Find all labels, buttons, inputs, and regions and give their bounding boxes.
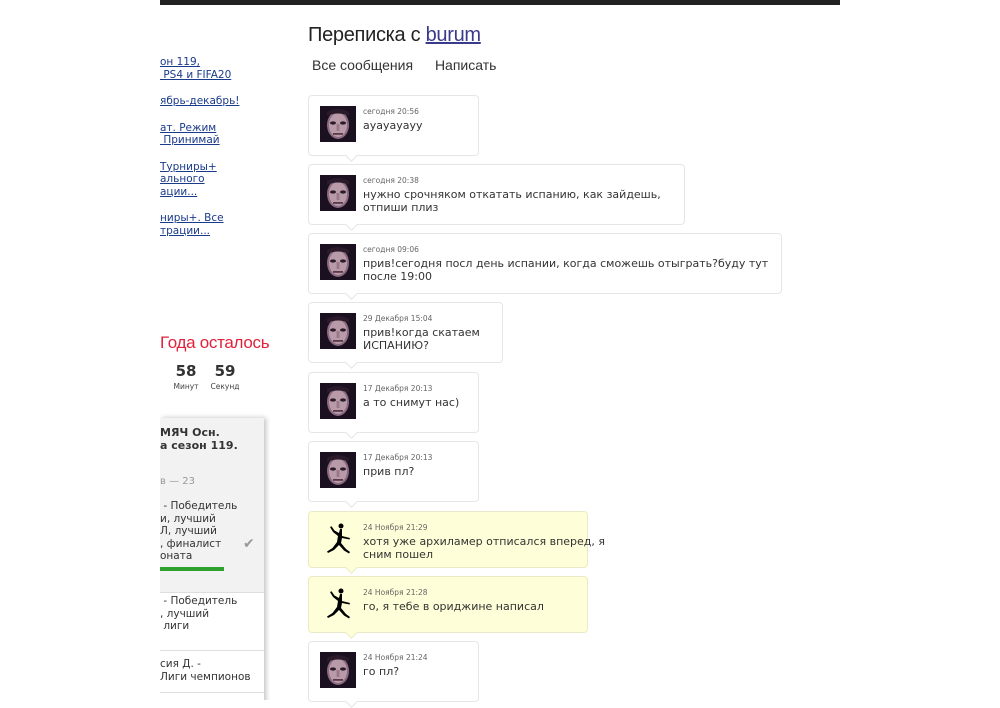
tab-all-messages[interactable]: Все сообщения xyxy=(312,57,413,73)
message-timestamp: сегодня 20:56 xyxy=(363,107,419,116)
conversation-user-link[interactable]: burum xyxy=(426,24,482,46)
countdown-seconds: 59 Секунд xyxy=(205,362,245,391)
message-tail xyxy=(345,287,358,300)
message-tail xyxy=(345,426,358,439)
message-tail xyxy=(345,561,358,574)
message-item: 24 Ноября 21:28 го, я тебе в ориджине нап… xyxy=(308,576,588,639)
countdown-title: Года осталось xyxy=(160,333,270,352)
message-item: 24 Ноября 21:24 го пл? xyxy=(308,641,479,708)
countdown-minutes: 58 Минут xyxy=(166,362,206,391)
page-title-prefix: Переписка с xyxy=(308,24,426,46)
message-text: ayayayayy xyxy=(363,119,423,132)
message-item: сегодня 20:38 нужно срочняком откатать ис… xyxy=(308,164,685,231)
poll-divider xyxy=(160,650,264,651)
message-timestamp: сегодня 09:06 xyxy=(363,245,419,254)
countdown-seconds-label: Секунд xyxy=(210,382,240,391)
poll-title: МЯЧ Осн. а сезон 119. xyxy=(160,426,238,452)
message-text: хотя уже архиламер отписался вперед, я с… xyxy=(363,535,606,561)
user-avatar-icon[interactable] xyxy=(320,106,356,142)
message-text: а то снимут нас) xyxy=(363,396,460,409)
message-text: го пл? xyxy=(363,665,400,678)
message-text: прив!когда скатаем ИСПАНИЮ? xyxy=(363,326,480,352)
poll-option-3[interactable]: сия Д. - Лиги чемпионов xyxy=(160,658,251,683)
poll-option-1-label: - Победитель и, лучший Л, лучший , финал… xyxy=(160,500,238,562)
poll-subtitle: в — 23 xyxy=(160,476,195,487)
message-timestamp: 24 Ноября 21:29 xyxy=(363,523,428,532)
user-avatar-icon[interactable] xyxy=(320,313,356,349)
news-links: он 119, PS4 и FIFA20 ябрь-декабрь! ат. Р… xyxy=(160,56,270,251)
message-item: 17 Декабря 20:13 а то снимут нас) xyxy=(308,372,479,439)
message-tail xyxy=(345,356,358,369)
countdown-minutes-value: 58 xyxy=(175,362,197,380)
message-item: сегодня 09:06 прив!сегодня посл день испа… xyxy=(308,233,782,300)
poll-divider xyxy=(160,692,264,693)
message-timestamp: 24 Ноября 21:24 xyxy=(363,653,428,662)
user-avatar-icon[interactable] xyxy=(320,175,356,211)
message-tail xyxy=(345,695,358,708)
checkmark-icon: ✔ xyxy=(243,536,255,552)
message-text: прив!сегодня посл день испании, когда см… xyxy=(363,257,769,283)
message-tail xyxy=(345,149,358,162)
user-avatar-icon[interactable] xyxy=(320,244,356,280)
countdown-minutes-label: Минут xyxy=(173,382,199,391)
message-tail xyxy=(345,218,358,231)
page-title: Переписка с burum xyxy=(308,24,481,47)
poll-widget: МЯЧ Осн. а сезон 119. в — 23 - Победител… xyxy=(160,418,264,700)
message-tail xyxy=(345,495,358,508)
message-text: го, я тебе в ориджине написал xyxy=(363,600,544,613)
countdown-seconds-value: 59 xyxy=(214,362,236,380)
news-link-5[interactable]: ниры+. Все трации... xyxy=(160,212,270,237)
news-link-3[interactable]: ат. Режим Принимай xyxy=(160,122,270,147)
message-timestamp: 17 Декабря 20:13 xyxy=(363,384,433,393)
user-avatar-icon[interactable] xyxy=(320,383,356,419)
sidebar: он 119, PS4 и FIFA20 ябрь-декабрь! ат. Р… xyxy=(160,0,270,700)
poll-selected-option[interactable]: МЯЧ Осн. а сезон 119. в — 23 - Победител… xyxy=(160,418,264,593)
message-timestamp: 17 Декабря 20:13 xyxy=(363,453,433,462)
message-tail xyxy=(345,626,358,639)
news-link-2[interactable]: ябрь-декабрь! xyxy=(160,95,270,108)
message-tabs: Все сообщения Написать xyxy=(312,57,514,73)
poll-option-1-bar xyxy=(160,567,224,571)
message-text: прив пл? xyxy=(363,465,415,478)
tab-write[interactable]: Написать xyxy=(435,57,496,73)
message-timestamp: сегодня 20:38 xyxy=(363,176,419,185)
news-link-4[interactable]: Турниры+ ального ации... xyxy=(160,161,270,199)
message-timestamp: 29 Декабря 15:04 xyxy=(363,314,433,323)
jumpman-logo-icon[interactable] xyxy=(320,522,356,558)
message-text: нужно срочняком откатать испанию, как за… xyxy=(363,188,661,214)
user-avatar-icon[interactable] xyxy=(320,452,356,488)
user-avatar-icon[interactable] xyxy=(320,652,356,688)
news-link-1[interactable]: он 119, PS4 и FIFA20 xyxy=(160,56,270,81)
message-item: сегодня 20:56 ayayayayy xyxy=(308,95,479,162)
conversation-panel: Переписка с burum Все сообщения Написать… xyxy=(308,0,828,708)
message-timestamp: 24 Ноября 21:28 xyxy=(363,588,428,597)
message-item: 29 Декабря 15:04 прив!когда скатаем ИСПАН… xyxy=(308,302,503,369)
poll-option-2[interactable]: - Победитель , лучший лиги xyxy=(160,595,237,633)
message-item: 17 Декабря 20:13 прив пл? xyxy=(308,441,479,508)
jumpman-logo-icon[interactable] xyxy=(320,587,356,623)
message-item: 24 Ноября 21:29 хотя уже архиламер отписа… xyxy=(308,511,605,574)
